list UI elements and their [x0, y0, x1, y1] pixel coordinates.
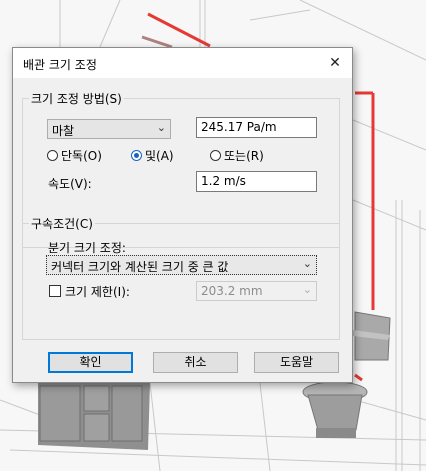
radio-only-indicator	[47, 150, 58, 161]
radio-or[interactable]: 또는(R)	[210, 147, 264, 164]
logic-radio-group: 단독(O) 및(A) 또는(R)	[47, 147, 317, 163]
size-limit-value: 203.2 mm	[201, 284, 263, 298]
close-icon[interactable]: ✕	[318, 48, 352, 78]
radio-only-label: 단독(O)	[61, 149, 102, 163]
cancel-button[interactable]: 취소	[153, 352, 238, 373]
chevron-down-icon: ⌄	[302, 257, 312, 270]
ok-button[interactable]: 확인	[48, 352, 133, 373]
sizing-method-dropdown[interactable]: 마찰 ⌄	[47, 119, 171, 139]
radio-or-label: 또는(R)	[224, 149, 264, 163]
branch-sizing-label: 분기 크기 조정:	[48, 241, 126, 255]
sizing-method-legend: 크기 조정 방법(S)	[29, 90, 124, 107]
sizing-method-value: 마찰	[52, 124, 75, 138]
pipe-sizing-dialog: 배관 크기 조정 ✕ 크기 조정 방법(S) 마찰 ⌄ 245.17 Pa/m …	[12, 47, 353, 383]
chevron-down-icon: ⌄	[156, 121, 166, 134]
size-limit-dropdown[interactable]: 203.2 mm ⌄	[196, 281, 317, 301]
friction-input[interactable]: 245.17 Pa/m	[196, 117, 317, 138]
radio-only[interactable]: 단독(O)	[47, 147, 102, 164]
branch-sizing-dropdown[interactable]: 커넥터 크기와 계산된 크기 중 큰 값 ⌄	[46, 255, 317, 275]
size-limit-label: 크기 제한(I):	[65, 285, 130, 299]
radio-and-label: 및(A)	[145, 149, 174, 163]
velocity-label: 속도(V):	[48, 177, 92, 191]
size-limit-checkbox[interactable]	[49, 285, 61, 297]
radio-or-indicator	[210, 150, 221, 161]
title-bar[interactable]: 배관 크기 조정 ✕	[13, 48, 352, 78]
radio-and[interactable]: 및(A)	[131, 147, 174, 164]
help-button[interactable]: 도움말	[254, 352, 339, 373]
velocity-input[interactable]: 1.2 m/s	[196, 171, 317, 192]
radio-and-indicator	[131, 150, 142, 161]
branch-sizing-value: 커넥터 크기와 계산된 크기 중 큰 값	[51, 260, 229, 274]
constraints-legend: 구속조건(C)	[29, 215, 95, 232]
chevron-down-icon: ⌄	[302, 283, 312, 296]
dialog-title: 배관 크기 조정	[23, 58, 97, 72]
